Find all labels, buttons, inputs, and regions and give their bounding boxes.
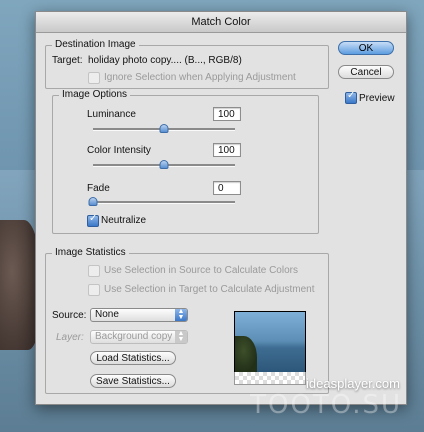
ignore-selection-checkbox[interactable] <box>88 72 100 84</box>
luminance-label: Luminance <box>87 109 136 120</box>
source-select[interactable]: None ▲ ▼ <box>90 308 188 322</box>
dialog-title: Match Color <box>36 12 406 33</box>
statistics-group-title: Image Statistics <box>52 247 129 258</box>
luminance-slider-track[interactable] <box>93 124 235 133</box>
layer-select[interactable]: Background copy ▲ ▼ <box>90 330 188 344</box>
fade-input[interactable]: 0 <box>213 181 241 195</box>
preview-label: Preview <box>359 93 395 104</box>
luminance-slider-thumb[interactable] <box>159 124 169 133</box>
use-target-selection-label: Use Selection in Target to Calculate Adj… <box>104 284 315 295</box>
ok-button[interactable]: OK <box>338 41 394 55</box>
luminance-input[interactable]: 100 <box>213 107 241 121</box>
image-statistics-group: Image Statistics Use Selection in Source… <box>45 247 329 394</box>
ignore-selection-label: Ignore Selection when Applying Adjustmen… <box>104 72 296 83</box>
color-intensity-slider-track[interactable] <box>93 160 235 169</box>
use-source-selection-checkbox[interactable] <box>88 265 100 277</box>
layer-label: Layer: <box>56 332 84 343</box>
preview-checkbox[interactable] <box>345 90 357 104</box>
target-value: holiday photo copy.... (B..., RGB/8) <box>88 55 242 66</box>
image-options-group-title: Image Options <box>59 89 131 100</box>
fade-label: Fade <box>87 183 110 194</box>
source-select-value: None <box>95 309 119 320</box>
layer-select-value: Background copy <box>95 331 173 342</box>
neutralize-checkbox[interactable] <box>87 213 99 227</box>
color-intensity-slider-thumb[interactable] <box>159 160 169 169</box>
select-arrows-icon: ▲ ▼ <box>175 330 187 343</box>
source-thumbnail <box>234 311 306 373</box>
target-thumbnail-transparency <box>234 372 306 385</box>
color-intensity-input[interactable]: 100 <box>213 143 241 157</box>
use-source-selection-label: Use Selection in Source to Calculate Col… <box>104 265 298 276</box>
image-options-group: Image Options Luminance 100 Color Intens… <box>52 89 319 234</box>
load-statistics-button[interactable]: Load Statistics... <box>90 351 176 365</box>
fade-slider-thumb[interactable] <box>88 197 98 206</box>
use-target-selection-checkbox[interactable] <box>88 284 100 296</box>
match-color-dialog: Match Color Destination Image Target: ho… <box>35 11 407 405</box>
watermark-text: ideasplayer.com <box>306 376 400 391</box>
source-label: Source: <box>52 310 87 321</box>
destination-image-group: Destination Image Target: holiday photo … <box>45 39 329 89</box>
destination-group-title: Destination Image <box>52 39 139 50</box>
select-arrows-icon: ▲ ▼ <box>175 308 187 321</box>
cancel-button[interactable]: Cancel <box>338 65 394 79</box>
thumbnail-rock <box>235 336 257 372</box>
target-label: Target: <box>52 55 83 66</box>
fade-slider-track[interactable] <box>88 197 235 206</box>
neutralize-label: Neutralize <box>101 215 147 226</box>
background-rock <box>0 220 40 350</box>
color-intensity-label: Color Intensity <box>87 145 151 156</box>
watermark-logo: TOOTO.SU <box>250 390 402 420</box>
save-statistics-button[interactable]: Save Statistics... <box>90 374 176 388</box>
